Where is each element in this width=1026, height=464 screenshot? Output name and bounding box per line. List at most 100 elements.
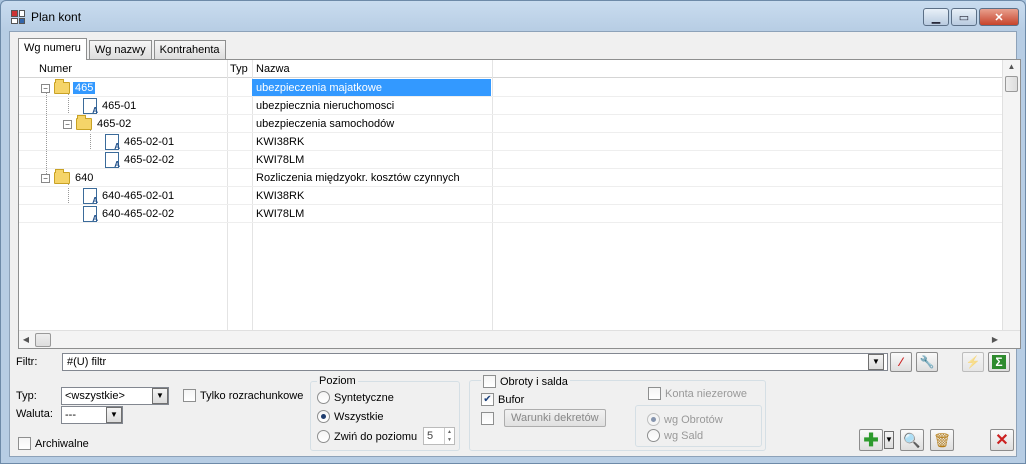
trash-icon: 🗑 (933, 431, 951, 448)
accounts-grid: Numer Typ Nazwa − 465 ubezpieczenia maja… (18, 59, 1021, 349)
collapse-icon[interactable]: − (41, 83, 50, 93)
typ-label: Typ: (16, 390, 37, 402)
poziom-group: Poziom Syntetyczne Wszystkie Zwiń do poz… (310, 375, 460, 451)
horizontal-scrollbar[interactable]: ◀ ▶ (19, 330, 1020, 348)
close-icon: ✕ (995, 432, 1009, 449)
account-name: ubezpiecznia nieruchomosci (256, 100, 395, 112)
close-icon: ✕ (994, 11, 1004, 24)
table-row[interactable]: 640-465-02-01 KWI38RK (19, 187, 1002, 205)
scroll-right-icon[interactable]: ▶ (988, 335, 1002, 344)
account-icon (105, 152, 120, 169)
wg-sald-label: wg Sald (664, 429, 704, 442)
warunki-dekretow-button[interactable]: Warunki dekretów (504, 409, 606, 427)
filter-input[interactable]: #(U) filtr (62, 353, 888, 371)
syntetyczne-label: Syntetyczne (334, 391, 394, 404)
tab-strip: Wg numeru Wg nazwy Kontrahenta (18, 38, 226, 60)
obroty-i-salda-label: Obroty i salda (500, 375, 568, 388)
tab-wg-numeru[interactable]: Wg numeru (18, 38, 87, 60)
scroll-thumb[interactable] (35, 332, 51, 347)
archiwalne-checkbox[interactable]: Archiwalne (18, 437, 89, 450)
sum-button[interactable]: Σ (988, 352, 1010, 372)
filter-builder-button[interactable]: 🔧 (916, 352, 938, 372)
window-title: Plan kont (31, 10, 82, 24)
tab-wg-nazwy[interactable]: Wg nazwy (88, 40, 152, 60)
account-name: KWI78LM (256, 208, 305, 220)
client-area: Wg numeru Wg nazwy Kontrahenta Numer Typ… (9, 31, 1021, 457)
eraser-icon: ⁄ (899, 355, 902, 369)
collapse-icon[interactable]: − (63, 119, 72, 129)
poziom-title: Poziom (317, 375, 358, 387)
wg-obrotow-label: wg Obrotów (664, 413, 723, 426)
recalculate-button[interactable]: ⚡ (962, 352, 984, 372)
wg-obrotow-radio[interactable]: wg Obrotów (647, 413, 723, 426)
column-header-numer[interactable]: Numer (39, 63, 72, 75)
table-row[interactable]: 640-465-02-02 KWI78LM (19, 205, 1002, 223)
waluta-label: Waluta: (16, 408, 53, 420)
account-number: 465-02-02 (124, 154, 175, 166)
konta-niezerowe-checkbox[interactable]: Konta niezerowe (648, 387, 747, 400)
account-number: 465-02-01 (124, 136, 175, 148)
obroty-i-salda-checkbox[interactable]: Obroty i salda (481, 375, 570, 388)
clear-filter-button[interactable]: ⁄ (890, 352, 912, 372)
account-name: ubezpieczenia samochodów (256, 118, 395, 130)
account-name: KWI38RK (256, 136, 305, 148)
typ-dropdown-button[interactable]: ▼ (152, 388, 168, 404)
minimize-button[interactable]: ▁ (923, 8, 949, 26)
lightning-icon: ⚡ (965, 355, 981, 369)
folder-icon (54, 79, 70, 94)
table-row[interactable]: 465-02-01 KWI38RK (19, 133, 1002, 151)
konta-niezerowe-label: Konta niezerowe (665, 387, 747, 400)
syntetyczne-radio[interactable]: Syntetyczne (317, 391, 394, 404)
account-icon (105, 134, 120, 151)
grid-header: Numer Typ Nazwa (19, 60, 1002, 78)
plus-icon: ✚ (863, 430, 879, 450)
filter-dropdown-button[interactable]: ▼ (868, 354, 884, 370)
poziom-spinner[interactable]: 5 ▲ ▼ (423, 427, 455, 445)
bufor-label: Bufor (498, 393, 525, 406)
vertical-scrollbar[interactable]: ▲ (1002, 60, 1020, 332)
maximize-button[interactable]: ▭ (951, 8, 977, 26)
table-row[interactable]: 465-01 ubezpiecznia nieruchomosci (19, 97, 1002, 115)
collapse-icon[interactable]: − (41, 173, 50, 183)
titlebar[interactable]: Plan kont ▁ ▭ ✕ (1, 1, 1025, 31)
account-number: 640 (75, 172, 94, 184)
folder-icon (54, 169, 70, 184)
table-row[interactable]: 465-02-02 KWI78LM (19, 151, 1002, 169)
add-dropdown-button[interactable]: ▼ (884, 431, 894, 449)
view-button[interactable]: 🔍 (900, 429, 924, 451)
account-number: 465-02 (97, 118, 132, 130)
check-icon: ✔ (481, 393, 494, 406)
tylko-rozrachunkowe-checkbox[interactable]: Tylko rozrachunkowe (183, 389, 303, 402)
delete-button[interactable]: 🗑 (930, 429, 954, 451)
wg-sald-radio[interactable]: wg Sald (647, 429, 703, 442)
account-number: 640-465-02-02 (102, 208, 175, 220)
zwin-radio[interactable]: Zwiń do poziomu (317, 430, 417, 443)
scroll-left-icon[interactable]: ◀ (19, 335, 33, 344)
table-row[interactable]: − 465-02 ubezpieczenia samochodów (19, 115, 1002, 133)
close-button[interactable]: ✕ (990, 429, 1014, 451)
wszystkie-radio[interactable]: Wszystkie (317, 410, 384, 423)
account-name: KWI78LM (256, 154, 305, 166)
filter-row: Filtr: #(U) filtr ▼ ⁄ 🔧 ⚡ Σ (16, 352, 1012, 373)
tab-kontrahenta[interactable]: Kontrahenta (153, 40, 226, 60)
tylko-rozrachunkowe-label: Tylko rozrachunkowe (200, 389, 304, 402)
account-icon (83, 188, 98, 205)
grid-rows: − 465 ubezpieczenia majatkowe 465-01 ube… (19, 79, 1002, 223)
close-window-button[interactable]: ✕ (979, 8, 1019, 26)
add-button[interactable]: ✚ (859, 429, 883, 451)
account-number: 640-465-02-01 (102, 190, 175, 202)
table-row[interactable]: − 640 Rozliczenia międzyokr. kosztów czy… (19, 169, 1002, 187)
account-name: Rozliczenia międzyokr. kosztów czynnych (256, 172, 460, 184)
table-row[interactable]: − 465 ubezpieczenia majatkowe (19, 79, 1002, 97)
obroty-group: Obroty i salda ✔ Bufor Warunki dekretów … (469, 375, 766, 451)
sigma-icon: Σ (992, 355, 1006, 369)
bufor-checkbox[interactable]: ✔ Bufor (481, 393, 524, 406)
waluta-dropdown-button[interactable]: ▼ (106, 407, 122, 423)
column-header-nazwa[interactable]: Nazwa (256, 63, 290, 75)
warunki-checkbox[interactable] (481, 412, 498, 425)
scroll-thumb[interactable] (1005, 76, 1018, 92)
scroll-up-icon[interactable]: ▲ (1003, 60, 1020, 74)
filter-label: Filtr: (16, 356, 38, 368)
spinner-arrows-icon[interactable]: ▲ ▼ (444, 428, 454, 444)
column-header-typ[interactable]: Typ (230, 63, 248, 75)
